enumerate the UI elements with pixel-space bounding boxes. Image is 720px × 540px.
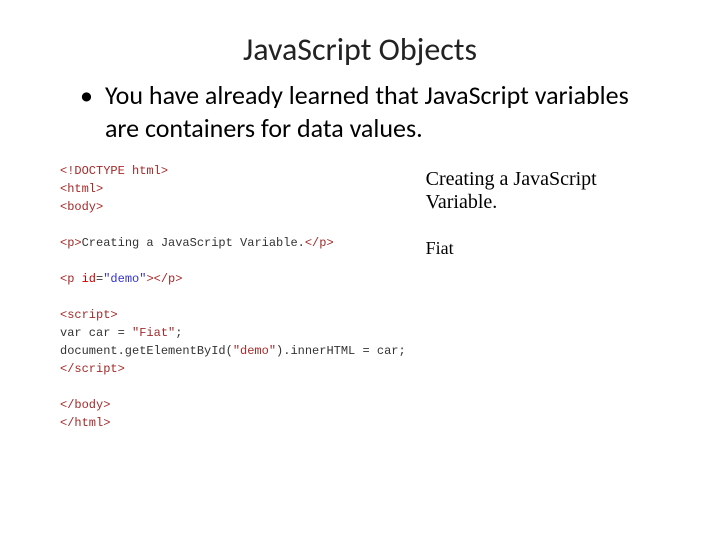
code-id-attr: id xyxy=(74,272,96,286)
code-p-open: <p> xyxy=(60,236,82,250)
output-heading: Creating a JavaScript Variable. xyxy=(426,168,660,214)
content-area: <!DOCTYPE html> <html> <body> <p>Creatin… xyxy=(60,162,660,432)
output-block: Creating a JavaScript Variable. Fiat xyxy=(426,162,660,432)
bullet-text: You have already learned that JavaScript… xyxy=(105,79,660,144)
code-p-text: Creating a JavaScript Variable. xyxy=(82,236,305,250)
code-pdemo-close: </p> xyxy=(154,272,183,286)
output-value: Fiat xyxy=(426,238,660,259)
code-doc-line: document.getElementById( xyxy=(60,344,233,358)
code-doc-line2: ).innerHTML = car; xyxy=(276,344,406,358)
slide-title: JavaScript Objects xyxy=(60,30,660,69)
code-demo-str: "demo" xyxy=(233,344,276,358)
code-script-open: <script> xyxy=(60,308,118,322)
code-fiat: "Fiat" xyxy=(132,326,175,340)
code-pdemo-open1: <p xyxy=(60,272,74,286)
code-doctype: <!DOCTYPE html> xyxy=(60,164,168,178)
code-html-open: <html> xyxy=(60,182,103,196)
code-p-close: </p> xyxy=(305,236,334,250)
code-html-close: </html> xyxy=(60,416,110,430)
code-pdemo-open2: > xyxy=(146,272,153,286)
code-body-open: <body> xyxy=(60,200,103,214)
code-semi: ; xyxy=(175,326,182,340)
code-var-line: var car = xyxy=(60,326,132,340)
code-script-close: </script> xyxy=(60,362,125,376)
code-block: <!DOCTYPE html> <html> <body> <p>Creatin… xyxy=(60,162,406,432)
bullet-point: You have already learned that JavaScript… xyxy=(80,79,660,144)
code-body-close: </body> xyxy=(60,398,110,412)
code-demo-val: "demo" xyxy=(103,272,146,286)
